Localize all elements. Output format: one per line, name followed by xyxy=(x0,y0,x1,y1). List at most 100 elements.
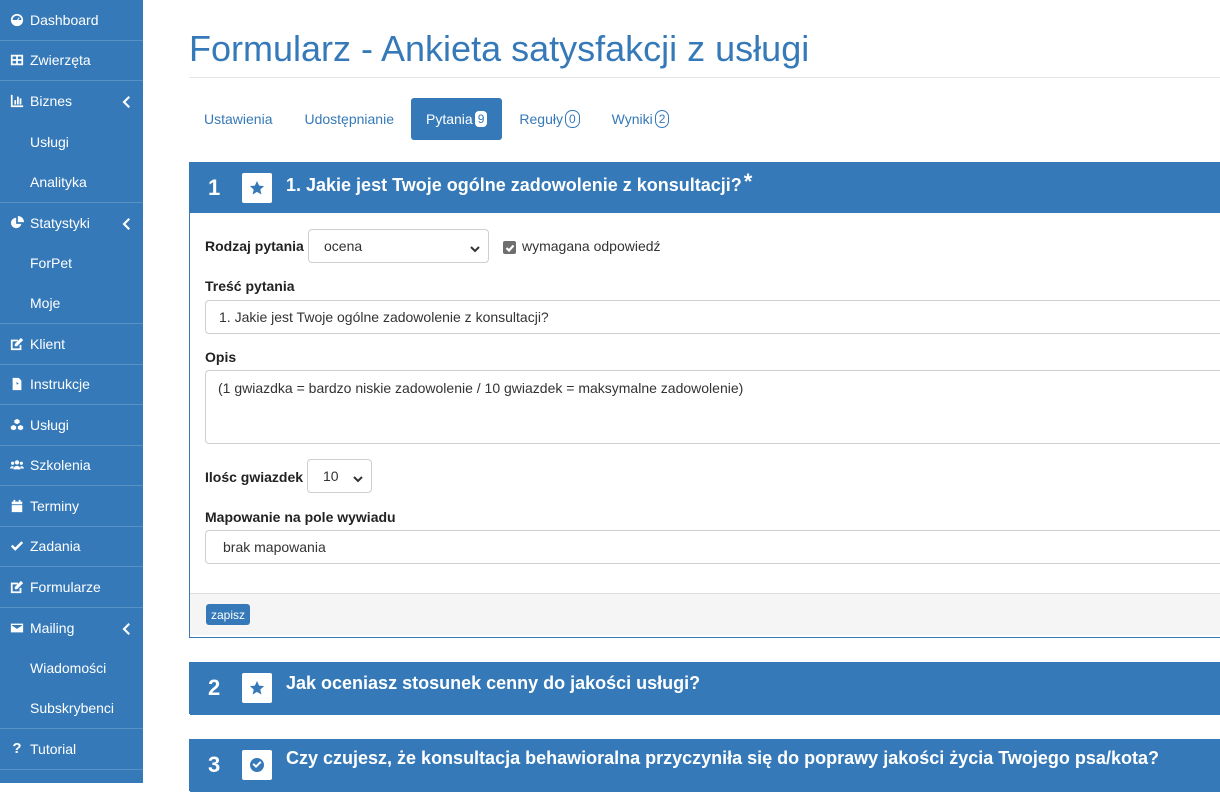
sidebar-item-uslugi[interactable]: Usługi xyxy=(0,405,143,446)
dashboard-icon xyxy=(9,12,25,28)
tab-label: Udostępnianie xyxy=(304,111,394,127)
star-icon xyxy=(242,173,272,203)
question-content-input[interactable]: 1. Jakie jest Twoje ogólne zadowolenie z… xyxy=(205,300,1220,334)
sidebar-item-szkolenia[interactable]: Szkolenia xyxy=(0,446,143,486)
sidebar-item-label: Terminy xyxy=(30,497,80,514)
tab-label: Ustawienia xyxy=(204,111,273,127)
tab-label: Pytania xyxy=(426,111,473,127)
sidebar-item-label: Biznes xyxy=(30,93,73,110)
check-circle-icon xyxy=(242,750,272,780)
edit-icon xyxy=(9,336,25,352)
chevron-left-icon xyxy=(122,95,130,109)
sidebar-item-label: Zwierzęta xyxy=(30,52,91,69)
sidebar-item-label: Zadania xyxy=(30,538,81,555)
chevron-down-icon xyxy=(353,471,363,483)
sidebar-item-label: ForPet xyxy=(30,255,73,272)
cubes-icon xyxy=(9,417,25,433)
tab-count-badge: 0 xyxy=(564,110,580,128)
chevron-down-icon xyxy=(470,241,480,253)
sidebar-item-label: Wiadomości xyxy=(30,660,107,677)
question-number: 3 xyxy=(208,752,221,777)
stars-count-select[interactable]: 10 xyxy=(307,459,372,493)
select-value: brak mapowania xyxy=(223,539,326,555)
sidebar-item-statystyki[interactable]: Statystyki xyxy=(0,203,143,244)
calendar-icon xyxy=(9,498,25,514)
sidebar-subitem-moje[interactable]: Moje xyxy=(0,284,143,324)
sidebar-item-label: Analityka xyxy=(30,173,87,190)
mapping-label: Mapowanie na pole wywiadu xyxy=(205,509,396,525)
tab-label: Wyniki xyxy=(611,111,653,127)
sidebar-item-formularze[interactable]: Formularze xyxy=(0,567,143,608)
tab-pytania[interactable]: Pytania 9 xyxy=(411,98,503,140)
question-panel-2: 2 Jak oceniasz stosunek cenny do jakości… xyxy=(189,662,1220,715)
bar-chart-icon xyxy=(9,93,25,109)
sidebar-subitem-uslugi[interactable]: Usługi xyxy=(0,122,143,163)
tab-udostepnianie[interactable]: Udostępnianie xyxy=(289,98,409,140)
page-title: Formularz - Ankieta satysfakcji z usługi xyxy=(189,28,810,69)
sidebar-item-label: Formularze xyxy=(30,578,101,595)
pdf-file-icon xyxy=(9,376,25,392)
question-header[interactable]: 2 Jak oceniasz stosunek cenny do jakości… xyxy=(190,663,1220,715)
chevron-left-icon xyxy=(122,217,130,230)
sidebar-item-instrukcje[interactable]: Instrukcje xyxy=(0,365,143,405)
question-type-select[interactable]: ocena xyxy=(308,229,489,263)
sidebar-subitem-analityka[interactable]: Analityka xyxy=(0,162,143,203)
sidebar-item-biznes[interactable]: Biznes xyxy=(0,81,143,122)
question-editor: Rodzaj pytania ocena wymagana odpowiedź … xyxy=(190,213,1220,593)
tab-ustawienia[interactable]: Ustawienia xyxy=(189,98,287,140)
question-footer: zapisz xyxy=(190,593,1220,635)
title-divider xyxy=(189,77,1220,78)
sidebar-subitem-wiadomosci[interactable]: Wiadomości xyxy=(0,648,143,689)
sidebar-item-label: Moje xyxy=(30,295,61,312)
question-header[interactable]: 3 Czy czujesz, że konsultacja behawioral… xyxy=(190,740,1220,792)
question-header[interactable]: 1 1. Jakie jest Twoje ogólne zadowolenie… xyxy=(190,163,1220,213)
users-icon xyxy=(9,457,25,473)
envelope-icon xyxy=(9,620,25,636)
chevron-left-icon xyxy=(122,622,130,635)
sidebar-subitem-forpet[interactable]: ForPet xyxy=(0,243,143,284)
sidebar-item-label: Instrukcje xyxy=(30,376,90,393)
tab-wyniki[interactable]: Wyniki 2 xyxy=(597,98,685,140)
required-checkbox-label: wymagana odpowiedź xyxy=(522,238,661,254)
sidebar-item-label: Statystyki xyxy=(30,214,90,231)
sidebar-item-label: Klient xyxy=(30,335,66,352)
tab-reguly[interactable]: Reguły 0 xyxy=(504,98,594,140)
required-checkbox[interactable] xyxy=(503,241,516,254)
check-icon xyxy=(9,538,25,554)
sidebar-item-tutorial[interactable]: ? Tutorial xyxy=(0,729,143,770)
sidebar-item-label: Subskrybenci xyxy=(30,700,115,717)
sidebar-item-label: Tutorial xyxy=(30,740,77,757)
tab-bar: Ustawienia Udostępnianie Pytania 9 Reguły… xyxy=(189,98,686,140)
question-title: Czy czujesz, że konsultacja behawioralna… xyxy=(286,748,1159,768)
question-panel-1: 1 1. Jakie jest Twoje ogólne zadowolenie… xyxy=(189,162,1220,638)
sidebar-item-terminy[interactable]: Terminy xyxy=(0,486,143,527)
mapping-select[interactable]: brak mapowania xyxy=(205,530,1220,564)
sidebar-item-label: Usługi xyxy=(30,133,69,150)
question-number: 2 xyxy=(208,675,221,700)
save-button[interactable]: zapisz xyxy=(206,604,251,625)
sidebar-item-mailing[interactable]: Mailing xyxy=(0,608,143,649)
sidebar-item-zwierzeta[interactable]: Zwierzęta xyxy=(0,41,143,81)
star-icon xyxy=(242,673,272,703)
description-textarea[interactable]: (1 gwiazdka = bardzo niskie zadowolenie … xyxy=(205,370,1220,444)
tab-label: Reguły xyxy=(519,111,563,127)
question-number: 1 xyxy=(208,175,221,200)
select-value: 10 xyxy=(323,468,339,484)
sidebar: Dashboard Zwierzęta Biznes Usługi Analit… xyxy=(0,0,143,783)
sidebar-item-label: Usługi xyxy=(30,416,69,433)
question-panel-3: 3 Czy czujesz, że konsultacja behawioral… xyxy=(189,739,1220,792)
question-title: 1. Jakie jest Twoje ogólne zadowolenie z… xyxy=(286,169,752,201)
pie-chart-icon xyxy=(9,215,25,231)
sidebar-item-dashboard[interactable]: Dashboard xyxy=(0,0,143,41)
edit-icon xyxy=(9,579,25,595)
tab-count-badge: 2 xyxy=(654,110,670,128)
sidebar-item-klient[interactable]: Klient xyxy=(0,324,143,365)
input-value: 1. Jakie jest Twoje ogólne zadowolenie z… xyxy=(219,309,549,325)
tab-count-badge: 9 xyxy=(474,111,488,127)
sidebar-subitem-subskrybenci[interactable]: Subskrybenci xyxy=(0,689,143,729)
question-icon: ? xyxy=(12,740,22,758)
question-title-text: 1. Jakie jest Twoje ogólne zadowolenie z… xyxy=(286,175,742,195)
sidebar-item-label: Szkolenia xyxy=(30,457,91,474)
sidebar-item-zadania[interactable]: Zadania xyxy=(0,527,143,567)
description-label: Opis xyxy=(205,349,237,365)
